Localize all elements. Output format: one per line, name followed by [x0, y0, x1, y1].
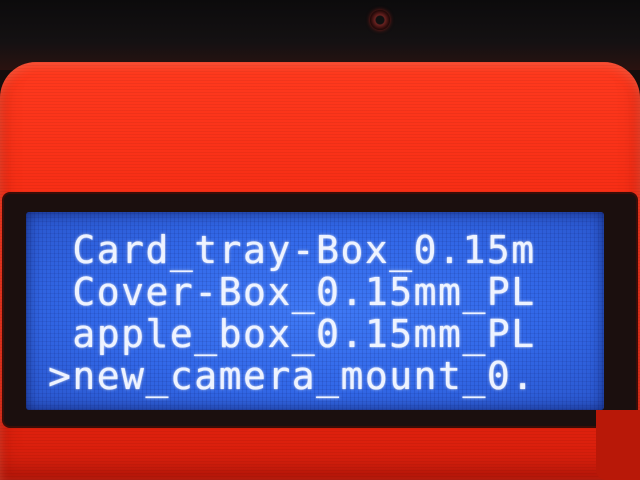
selection-cursor — [48, 228, 72, 272]
printer-top-frame — [0, 0, 640, 70]
file-name: new_camera_mount_0. — [72, 354, 536, 398]
file-list-item-2[interactable]: Cover-Box_0.15mm_PL — [48, 272, 588, 312]
file-list-item-3[interactable]: apple_box_0.15mm_PL — [48, 314, 588, 354]
selection-cursor — [48, 312, 72, 356]
selection-cursor: > — [48, 354, 73, 398]
selection-cursor — [48, 270, 72, 314]
screw-icon — [370, 10, 390, 30]
file-name: Cover-Box_0.15mm_PL — [72, 270, 536, 314]
file-name: Card_tray-Box_0.15m — [72, 228, 536, 272]
housing-corner — [596, 410, 640, 480]
file-list-item-1[interactable]: Card_tray-Box_0.15m — [48, 230, 588, 270]
file-name: apple_box_0.15mm_PL — [72, 312, 536, 356]
file-list-item-4[interactable]: >new_camera_mount_0. — [48, 356, 588, 396]
